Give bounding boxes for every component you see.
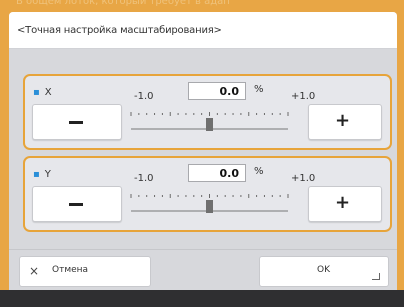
y-max-label: +1.0 xyxy=(291,173,316,184)
x-slider-ticks xyxy=(130,112,289,116)
x-slider-scale xyxy=(130,112,289,131)
dialog-footer: × Отмена OK xyxy=(9,249,397,291)
y-axis-name: Y xyxy=(44,169,51,180)
y-adjust-panel: ▪ Y -1.0 0.0 % +1.0 + xyxy=(23,156,392,232)
x-min-label: -1.0 xyxy=(134,91,154,102)
fine-zoom-dialog: <Точная настройка масштабирования> ▪ X -1… xyxy=(9,12,397,291)
y-unit-label: % xyxy=(254,166,264,177)
y-slider-thumb[interactable] xyxy=(206,200,213,213)
x-unit-label: % xyxy=(254,84,264,95)
plus-icon: + xyxy=(335,192,351,213)
y-min-label: -1.0 xyxy=(134,173,154,184)
ok-label: OK xyxy=(317,265,330,275)
plus-icon: + xyxy=(335,110,351,131)
x-slider[interactable] xyxy=(128,106,291,136)
y-slider-scale xyxy=(130,194,289,213)
y-increase-button[interactable]: + xyxy=(308,186,382,222)
x-axis-label: ▪ X xyxy=(33,87,52,98)
bullet-icon: ▪ xyxy=(33,169,40,180)
bottom-status-strip xyxy=(0,290,404,307)
x-value-field[interactable]: 0.0 xyxy=(188,82,246,100)
y-value-field[interactable]: 0.0 xyxy=(188,164,246,182)
minus-icon xyxy=(69,203,83,206)
x-decrease-button[interactable] xyxy=(32,104,122,140)
x-axis-name: X xyxy=(44,87,52,98)
dialog-title-bar: <Точная настройка масштабирования> xyxy=(9,12,397,49)
y-axis-label: ▪ Y xyxy=(33,169,51,180)
x-slider-thumb[interactable] xyxy=(206,118,213,131)
y-slider-ticks xyxy=(130,194,289,198)
y-slider[interactable] xyxy=(128,188,291,218)
cancel-label: Отмена xyxy=(52,265,89,275)
ok-button[interactable]: OK xyxy=(259,256,389,287)
enter-corner-icon xyxy=(372,273,380,280)
x-adjust-panel: ▪ X -1.0 0.0 % +1.0 + xyxy=(23,74,392,150)
y-decrease-button[interactable] xyxy=(32,186,122,222)
close-icon: × xyxy=(29,264,40,278)
x-increase-button[interactable]: + xyxy=(308,104,382,140)
minus-icon xyxy=(69,121,83,124)
x-max-label: +1.0 xyxy=(291,91,316,102)
bullet-icon: ▪ xyxy=(33,87,40,98)
cancel-button[interactable]: × Отмена xyxy=(19,256,151,287)
dialog-title: <Точная настройка масштабирования> xyxy=(17,25,222,36)
